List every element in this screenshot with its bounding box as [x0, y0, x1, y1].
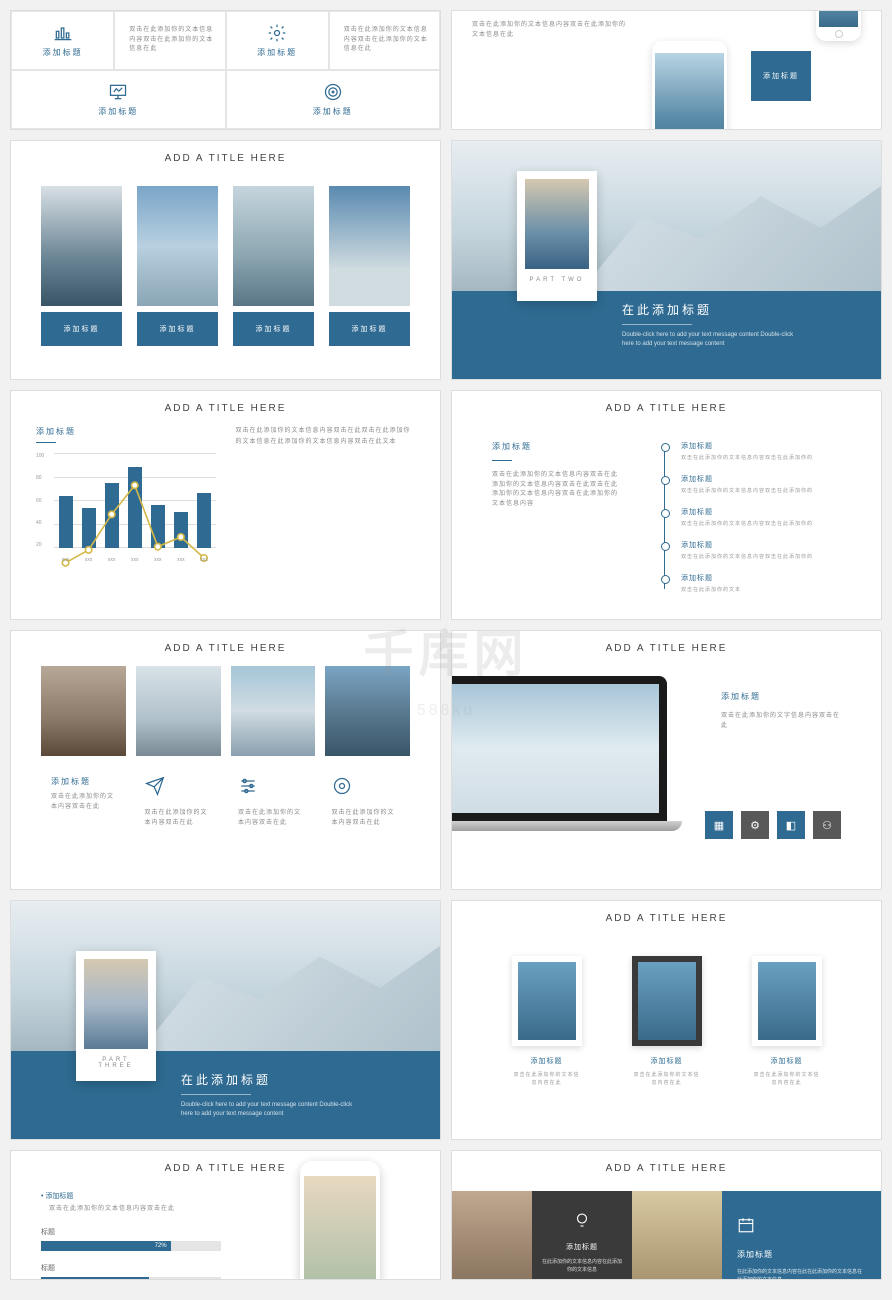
polaroid-card: PART TWO: [517, 171, 597, 301]
col-title: 添加标题: [51, 776, 120, 787]
icon-btn-people[interactable]: ⚇: [813, 811, 841, 839]
blue-block: 添加标题 在此添加你的文本信息内容在此在此添加你的文本信息在此添加你的文本信息: [722, 1191, 881, 1280]
desc: 双击在此添加你的文本信息内容双击在此添加你的文本信息在此: [472, 21, 632, 40]
col-desc: 双击在此添加你的文本内容双击在此: [51, 793, 120, 812]
slide-title: ADD A TITLE HERE: [11, 391, 440, 426]
slide-title: ADD A TITLE HERE: [11, 141, 440, 176]
slide-title: ADD A TITLE HERE: [452, 1151, 881, 1186]
col-desc: 双击在此添加你的文本内容双击在此: [238, 809, 307, 828]
slide-part-two: 在此添加标题 Double-click here to add your tex…: [451, 140, 882, 380]
slide-icons-grid: 添加标题 双击在此添加你的文本信息内容双击在此添加你的文本信息在此 添加标题 双…: [10, 10, 441, 130]
gear-icon: [267, 23, 287, 43]
card-label: 添加标题: [41, 312, 122, 346]
cell-desc: 双击在此添加你的文本信息内容双击在此添加你的文本信息在此: [344, 26, 433, 55]
icon-btn-camera[interactable]: ◧: [777, 811, 805, 839]
card-label: 添加标题: [233, 312, 314, 346]
slide-chart: ADD A TITLE HERE 添加标题 10080604020 xxxxxx…: [10, 390, 441, 620]
gear-icon: [332, 776, 352, 796]
thumb: [41, 666, 126, 756]
slide-progress: ADD A TITLE HERE • 添加标题 双击在此添加你的文本信息内容双击…: [10, 1150, 441, 1280]
left-desc: 双击在此添加你的文本信息内容双击在此添加你的文本信息内容双击在此双击在此添加你的…: [492, 471, 621, 509]
slide-part-three: 在此添加标题 Double-click here to add your tex…: [10, 900, 441, 1140]
card-label: 添加标题: [137, 312, 218, 346]
sliders-icon: [238, 776, 258, 796]
part-label: PART TWO: [525, 277, 589, 283]
bullet-title: 添加标题: [45, 1193, 73, 1200]
cell-title: 添加标题: [98, 106, 138, 117]
img-block: [452, 1191, 532, 1280]
image-card: 添加标题: [137, 186, 218, 346]
dark-block: 添加标题 在此添加你的文本信息内容在此添加你的文本信息: [532, 1191, 632, 1280]
slide-title: ADD A TITLE HERE: [11, 631, 440, 666]
presentation-icon: [108, 82, 128, 102]
bar-line-chart: 10080604020 xxxxxxxxxxxxxxxxxxxxx: [36, 453, 216, 563]
slide-four-images: ADD A TITLE HERE 添加标题 添加标题 添加标题 添加标题: [10, 140, 441, 380]
part-label: PART THREE: [84, 1057, 148, 1069]
section-heading: 在此添加标题: [181, 1071, 410, 1088]
image-card: 添加标题: [329, 186, 410, 346]
col-desc: 双击在此添加你的文本内容双击在此: [332, 809, 401, 828]
icon-btn-briefcase[interactable]: ▦: [705, 811, 733, 839]
txt-desc: 双击在此添加你的文字信息内容双击在此: [721, 712, 841, 731]
section-heading: 在此添加标题: [622, 301, 851, 318]
col-desc: 双击在此添加你的文本内容双击在此: [145, 809, 214, 828]
bulb-icon: [573, 1211, 591, 1229]
thumb: [231, 666, 316, 756]
icon-btn-gear[interactable]: ⚙: [741, 811, 769, 839]
target-icon: [323, 82, 343, 102]
bullet-desc: 双击在此添加你的文本信息内容双击在此: [49, 1205, 229, 1215]
chart-desc: 双击在此添加你的文本信息内容双击在此双击在此添加你的文本信息在此添加你的文本信息…: [236, 426, 416, 563]
image-card: 添加标题: [233, 186, 314, 346]
txt-title: 添加标题: [721, 691, 841, 702]
img-block: [632, 1191, 722, 1280]
left-title: 添加标题: [492, 441, 621, 452]
section-desc: Double-click here to add your text messa…: [622, 331, 802, 349]
phone-mockup-large: [652, 41, 727, 130]
phone-mockup: [300, 1161, 380, 1280]
blue-label: 添加标题: [751, 51, 811, 101]
slide-title: ADD A TITLE HERE: [452, 391, 881, 426]
slide-laptop: ADD A TITLE HERE 添加标题 双击在此添加你的文字信息内容双击在此…: [451, 630, 882, 890]
slide-three-cards: ADD A TITLE HERE 添加标题双击在此添加你的文本信息内容在此添加标…: [451, 900, 882, 1140]
cell-title: 添加标题: [257, 47, 297, 58]
cell-title: 添加标题: [313, 106, 353, 117]
cell-desc: 双击在此添加你的文本信息内容双击在此添加你的文本信息在此: [129, 26, 218, 55]
slide-grid: 添加标题 双击在此添加你的文本信息内容双击在此添加你的文本信息在此 添加标题 双…: [10, 10, 882, 1280]
thumb: [325, 666, 410, 756]
slide-title: ADD A TITLE HERE: [452, 901, 881, 936]
slide-timeline: ADD A TITLE HERE 添加标题 双击在此添加你的文本信息内容双击在此…: [451, 390, 882, 620]
slide-phones: 双击在此添加你的文本信息内容双击在此添加你的文本信息在此 添加标题: [451, 10, 882, 130]
polaroid-card: PART THREE: [76, 951, 156, 1081]
image-card: 添加标题: [41, 186, 122, 346]
chart-bars-icon: [53, 23, 73, 43]
chart-title: 添加标题: [36, 426, 216, 437]
slide-four-cols: ADD A TITLE HERE 添加标题双击在此添加你的文本内容双击在此 双击…: [10, 630, 441, 890]
paper-plane-icon: [145, 776, 165, 796]
calendar-icon: [737, 1216, 755, 1234]
slide-blocks: ADD A TITLE HERE 添加标题 在此添加你的文本信息内容在此添加你的…: [451, 1150, 882, 1280]
slide-title: ADD A TITLE HERE: [452, 631, 881, 666]
thumb: [136, 666, 221, 756]
card-label: 添加标题: [329, 312, 410, 346]
cell-title: 添加标题: [43, 47, 83, 58]
phone-mockup-small: [816, 10, 861, 41]
laptop-mockup: [451, 676, 682, 846]
section-desc: Double-click here to add your text messa…: [181, 1101, 361, 1119]
